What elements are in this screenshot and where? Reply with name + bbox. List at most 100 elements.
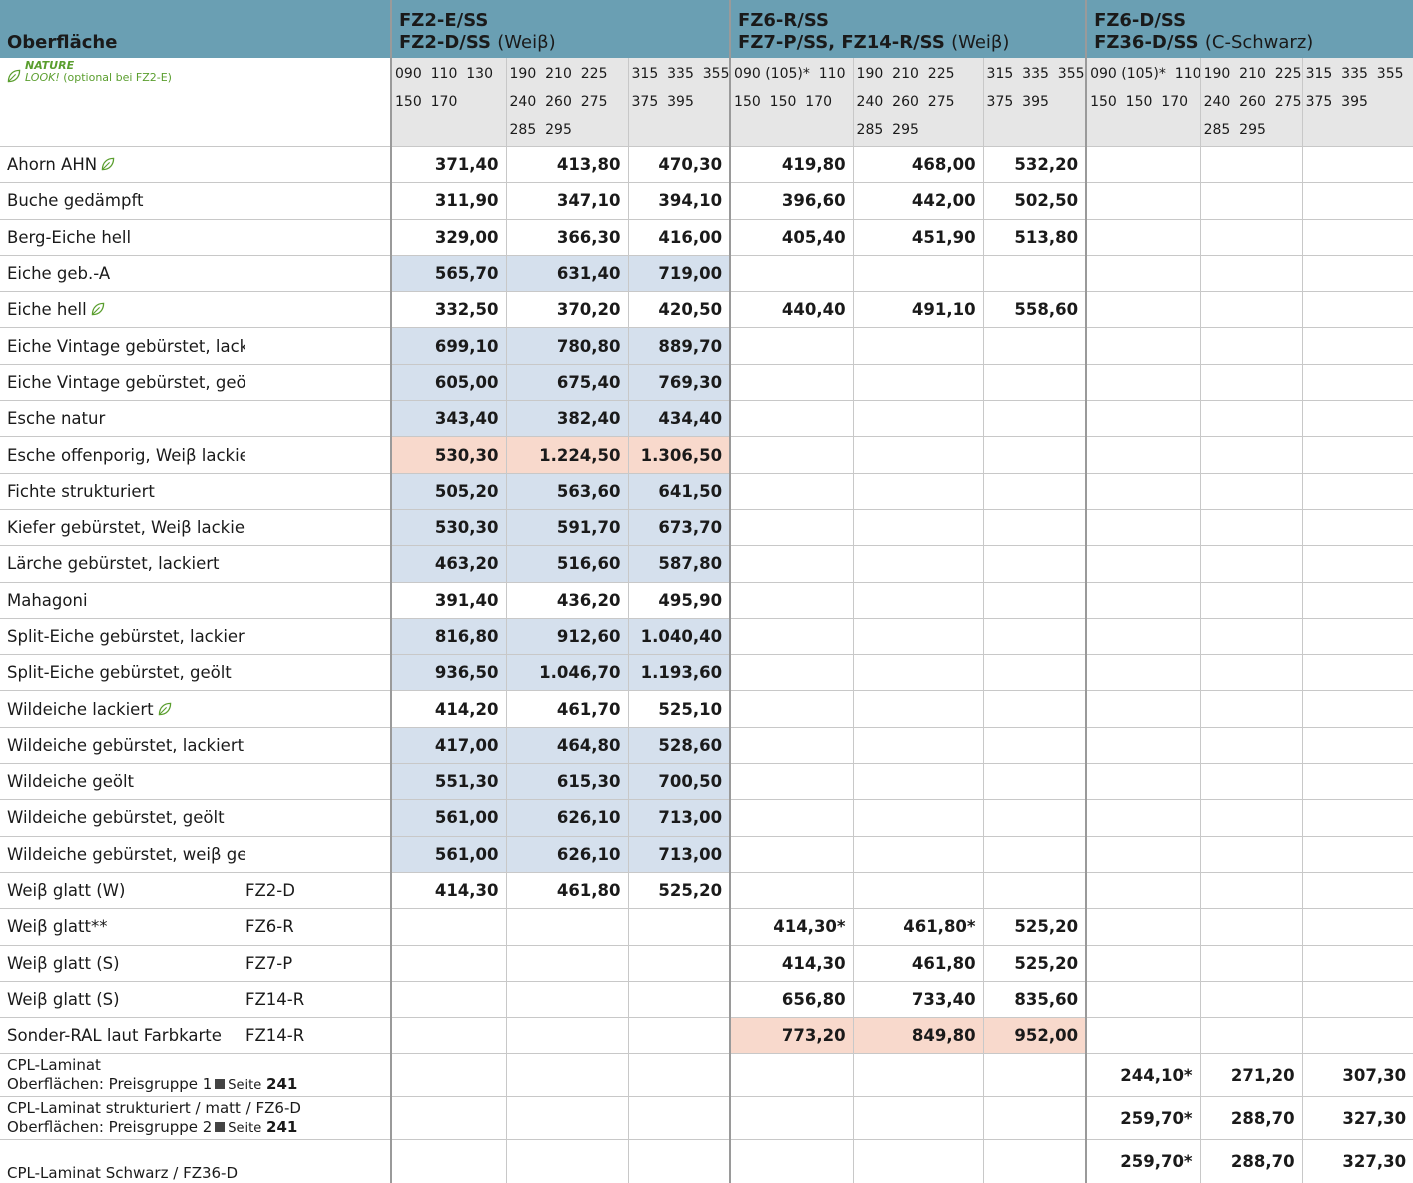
model-label: FZ14-R: [245, 980, 392, 1018]
price-cell: [1301, 145, 1413, 183]
price-cell: [852, 363, 984, 401]
price-cell: [1085, 871, 1201, 909]
model-label: [245, 654, 392, 691]
price-cell: 849,80: [852, 1017, 984, 1054]
price-cell: [982, 327, 1087, 365]
price-cell: 244,10*: [1085, 1053, 1201, 1097]
price-cell: [1199, 871, 1303, 909]
price-cell: 288,70: [1199, 1139, 1303, 1183]
model-label: [245, 690, 392, 728]
price-cell: 347,10: [505, 182, 629, 220]
surface-header: Oberfläche: [0, 0, 392, 58]
group-header-fz6r: FZ6-R/SS FZ7-P/SS, FZ14-R/SS (Weiβ): [729, 0, 1087, 58]
price-cell: 434,40: [627, 400, 731, 437]
size-list-cell: 190 210 225 240 260 275 285 295: [852, 58, 984, 147]
price-cell: [852, 690, 984, 728]
price-cell: 1.193,60: [627, 654, 731, 691]
model-label: [245, 327, 392, 365]
size-list-cell: 190 210 225 240 260 275 285 295: [505, 58, 629, 147]
price-cell: 396,60: [729, 182, 854, 220]
price-cell: 615,30: [505, 763, 629, 800]
header-row: Oberfläche FZ2-E/SS FZ2-D/SS (Weiβ) FZ6-…: [0, 0, 1413, 58]
price-cell: 505,20: [390, 472, 507, 510]
price-cell: 414,30: [729, 944, 854, 982]
price-cell: 733,40: [852, 980, 984, 1018]
price-cell: [982, 545, 1087, 583]
table-row: Eiche Vintage gebürstet, lackiert 699,107…: [0, 327, 1413, 365]
table-row: Weiβ glatt (S) FZ14-R 656,80 733,40 835,60: [0, 980, 1413, 1018]
price-cell: [982, 763, 1087, 800]
price-cell: [729, 254, 854, 292]
price-cell: 565,70: [390, 254, 507, 292]
price-cell: [1301, 799, 1413, 837]
price-cell: [852, 472, 984, 510]
surface-label: Weiβ glatt (W): [0, 871, 245, 909]
price-cell: [982, 726, 1087, 764]
price-cell: 413,80: [505, 145, 629, 183]
leaf-icon: [7, 69, 21, 83]
price-cell: 311,90: [390, 182, 507, 220]
price-cell: 719,00: [627, 254, 731, 292]
table-row: Eiche geb.-A 565,70 631,40 719,00: [0, 254, 1413, 292]
price-cell: [1301, 871, 1413, 909]
model-label: [245, 763, 392, 800]
price-cell: [627, 908, 731, 946]
table-row: Wildeiche lackiert 414,20 461,70 525,10: [0, 690, 1413, 728]
price-cell: 563,60: [505, 472, 629, 510]
price-cell: 1.306,50: [627, 436, 731, 474]
model-label: [245, 472, 392, 510]
price-cell: 491,10: [852, 291, 984, 328]
price-cell: [852, 400, 984, 437]
model-label: [245, 218, 392, 256]
price-cell: 561,00: [390, 835, 507, 873]
model-label: [245, 182, 392, 220]
price-cell: [982, 400, 1087, 437]
table-row: Weiβ glatt (S) FZ7-P 414,30 461,80 525,20: [0, 944, 1413, 982]
price-cell: [852, 799, 984, 837]
price-cell: [1301, 690, 1413, 728]
price-cell: [1301, 508, 1413, 546]
price-cell: [1199, 145, 1303, 183]
surface-label: Wildeiche lackiert: [0, 690, 245, 728]
price-cell: 259,70*: [1085, 1139, 1201, 1183]
price-cell: 513,80: [982, 218, 1087, 256]
price-cell: [1085, 363, 1201, 401]
price-cell: [1199, 980, 1303, 1018]
price-cell: [1199, 835, 1303, 873]
empty-cell: [982, 1096, 1087, 1140]
price-cell: 371,40: [390, 145, 507, 183]
size-list-cell: 090 (105)* 110 150 150 170: [729, 58, 854, 147]
price-cell: [1301, 182, 1413, 220]
price-cell: [852, 763, 984, 800]
surface-label: Split-Eiche gebürstet, lackiert: [0, 617, 245, 655]
price-cell: 440,40: [729, 291, 854, 328]
price-cell: [1199, 182, 1303, 220]
table-row: Weiβ glatt** FZ6-R 414,30* 461,80* 525,20: [0, 908, 1413, 946]
price-cell: [729, 871, 854, 909]
price-cell: 551,30: [390, 763, 507, 800]
group-header-fz6d: FZ6-D/SS FZ36-D/SS (C-Schwarz): [1085, 0, 1413, 58]
price-cell: [729, 726, 854, 764]
table-row: Eiche Vintage gebürstet, geölt 605,00 675,…: [0, 363, 1413, 401]
price-cell: 436,20: [505, 581, 629, 619]
price-cell: 700,50: [627, 763, 731, 800]
price-cell: 528,60: [627, 726, 731, 764]
price-cell: [982, 690, 1087, 728]
price-cell: [1301, 835, 1413, 873]
sizes-row: NATURE LOOK! (optional bei FZ2-E) 090 11…: [0, 58, 1413, 147]
price-cell: 699,10: [390, 327, 507, 365]
price-cell: [1199, 1017, 1303, 1054]
price-cell: 561,00: [390, 799, 507, 837]
nature-look-cell: NATURE LOOK! (optional bei FZ2-E): [0, 58, 392, 147]
price-cell: [1301, 291, 1413, 328]
price-cell: [1301, 726, 1413, 764]
price-cell: 1.046,70: [505, 654, 629, 691]
surface-label: Lärche gebürstet, lackiert: [0, 545, 245, 583]
price-cell: [1085, 545, 1201, 583]
price-cell: [852, 871, 984, 909]
price-cell: [982, 508, 1087, 546]
price-cell: [1085, 218, 1201, 256]
price-cell: [1085, 254, 1201, 292]
price-cell: [729, 545, 854, 583]
price-cell: 525,20: [627, 871, 731, 909]
